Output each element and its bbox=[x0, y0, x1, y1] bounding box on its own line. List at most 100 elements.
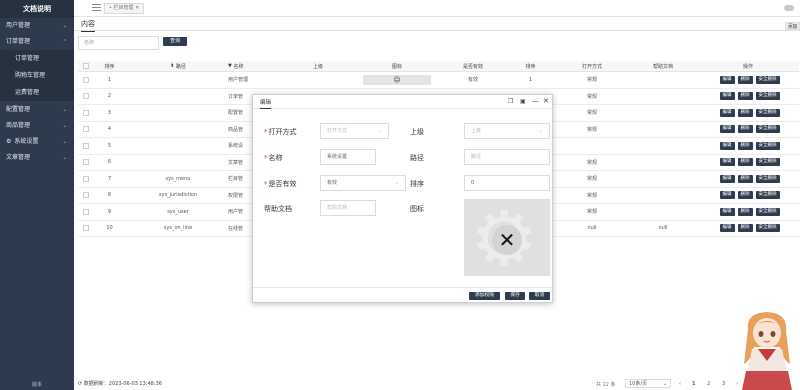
delete-button[interactable]: 删除 bbox=[737, 158, 753, 167]
sidebar-item-products[interactable]: 商品管理 ⌄ bbox=[0, 118, 74, 134]
row-checkbox[interactable] bbox=[81, 204, 91, 220]
help-input[interactable]: 帮助文档 bbox=[320, 200, 376, 216]
page-3[interactable]: 3 bbox=[722, 381, 725, 387]
header-order: 排序 bbox=[525, 63, 536, 70]
delete-button[interactable]: 删除 bbox=[737, 141, 753, 150]
sidebar-item-label: 配置管理 bbox=[6, 106, 31, 113]
edit-button[interactable]: 编辑 bbox=[719, 191, 735, 200]
safe-delete-button[interactable]: 安全删除 bbox=[755, 75, 780, 84]
name-input[interactable]: 系统设置 bbox=[320, 149, 376, 165]
tab-column-management[interactable]: • 栏目管理 ✕ bbox=[104, 3, 145, 14]
footer-bar: ⟳ 数据刷新：2023-06-03 13:48:36 共 22 条 10条/页 ⌄… bbox=[74, 378, 800, 390]
edit-button[interactable]: 编辑 bbox=[719, 158, 735, 167]
safe-delete-button[interactable]: 安全删除 bbox=[755, 125, 780, 134]
row-checkbox[interactable] bbox=[81, 122, 91, 138]
cell-open-mode: null bbox=[587, 225, 597, 232]
delete-button[interactable]: 删除 bbox=[737, 224, 753, 233]
table-header: 排序 ⬍ 路径 ▼ 名称 上级 图标 是否有效 排序 打开方式 帮助文档 操作 bbox=[78, 61, 799, 72]
safe-delete-button[interactable]: 安全删除 bbox=[755, 158, 780, 167]
delete-button[interactable]: 删除 bbox=[737, 174, 753, 183]
mascot-image bbox=[742, 312, 792, 390]
path-input[interactable]: 路径 bbox=[464, 149, 550, 165]
row-checkbox[interactable] bbox=[81, 72, 91, 88]
row-checkbox[interactable] bbox=[81, 221, 91, 237]
cell-sort: 8 bbox=[107, 192, 112, 199]
prev-page-icon[interactable]: ‹ bbox=[679, 381, 681, 387]
select-all-checkbox[interactable] bbox=[81, 61, 91, 71]
cell-sort: 9 bbox=[107, 208, 112, 215]
row-checkbox[interactable] bbox=[81, 171, 91, 187]
add-button[interactable]: 添加 bbox=[785, 22, 800, 30]
sidebar-subitem-cart[interactable]: 购物车管理 bbox=[0, 67, 74, 84]
close-icon[interactable]: ✕ bbox=[134, 5, 139, 11]
edit-button[interactable]: 编辑 bbox=[719, 108, 735, 117]
edit-button[interactable]: 编辑 bbox=[719, 141, 735, 150]
cell-sort: 6 bbox=[107, 159, 112, 166]
safe-delete-button[interactable]: 安全删除 bbox=[755, 141, 780, 150]
sidebar-item-config[interactable]: 配置管理 ⌄ bbox=[0, 102, 74, 118]
delete-button[interactable]: 删除 bbox=[737, 75, 753, 84]
row-checkbox[interactable] bbox=[81, 105, 91, 121]
safe-delete-button[interactable]: 安全删除 bbox=[755, 191, 780, 200]
delete-button[interactable]: 删除 bbox=[737, 92, 753, 101]
edit-button[interactable]: 编辑 bbox=[719, 207, 735, 216]
menu-toggle-icon[interactable] bbox=[92, 4, 101, 12]
sidebar-item-system[interactable]: ⚙ 系统设置 ⌄ bbox=[0, 134, 74, 150]
minimize-icon[interactable]: — bbox=[532, 97, 539, 105]
open-mode-select[interactable]: 打开方式 ⌄ bbox=[320, 123, 389, 139]
save-button[interactable]: 保存 bbox=[505, 292, 525, 300]
page-size-select[interactable]: 10条/页 ⌄ bbox=[625, 379, 671, 388]
copy-icon[interactable]: ❐ bbox=[508, 98, 513, 105]
cell-order: 1 bbox=[528, 76, 533, 83]
sidebar-item-articles[interactable]: 文章管理 ⌄ bbox=[0, 150, 74, 166]
delete-button[interactable]: 删除 bbox=[737, 191, 753, 200]
safe-delete-button[interactable]: 安全删除 bbox=[755, 108, 780, 117]
delete-button[interactable]: 删除 bbox=[737, 108, 753, 117]
cancel-button[interactable]: 取消 bbox=[529, 292, 550, 300]
label-name: *名称 bbox=[264, 154, 283, 162]
valid-select[interactable]: 有效 ⌄ bbox=[320, 175, 406, 191]
chevron-down-icon: ⌄ bbox=[377, 128, 382, 134]
cell-sort: 3 bbox=[107, 109, 112, 116]
safe-delete-button[interactable]: 安全删除 bbox=[755, 224, 780, 233]
cell-help bbox=[643, 155, 683, 171]
order-input[interactable]: 0 bbox=[464, 175, 550, 191]
delete-button[interactable]: 删除 bbox=[737, 207, 753, 216]
safe-delete-button[interactable]: 安全删除 bbox=[755, 174, 780, 183]
sidebar-item-users[interactable]: 用户管理 ⌄ bbox=[0, 18, 74, 34]
maximize-icon[interactable]: ▣ bbox=[520, 98, 526, 105]
edit-button[interactable]: 编辑 bbox=[719, 125, 735, 134]
label-help: 帮助文档 bbox=[264, 205, 292, 213]
query-button[interactable]: 查询 bbox=[163, 37, 187, 46]
sidebar-item-orders[interactable]: 订单管理 ⌃ bbox=[0, 34, 74, 50]
close-icon[interactable]: ✕ bbox=[543, 97, 549, 105]
tab-label: 栏目管理 bbox=[113, 5, 134, 11]
delete-button[interactable]: 删除 bbox=[737, 125, 753, 134]
tab-content[interactable]: 内容 bbox=[81, 19, 95, 32]
sidebar-subitem-orders[interactable]: 订单管理 bbox=[0, 50, 74, 67]
row-checkbox[interactable] bbox=[81, 89, 91, 105]
page-2[interactable]: 2 bbox=[707, 381, 710, 387]
refresh-status[interactable]: ⟳ 数据刷新：2023-06-03 13:48:36 bbox=[78, 380, 162, 387]
page-1[interactable]: 1 bbox=[692, 381, 695, 387]
header-path[interactable]: ⬍ 路径 bbox=[138, 61, 218, 71]
parent-select[interactable]: 上级 ⌄ bbox=[464, 123, 550, 139]
chevron-up-icon: ⌃ bbox=[62, 39, 67, 45]
icon-picker[interactable]: ⚙ ✕ bbox=[464, 199, 550, 276]
safe-delete-button[interactable]: 安全删除 bbox=[755, 207, 780, 216]
sidebar-subitem-shipping[interactable]: 运费管理 bbox=[0, 84, 74, 101]
cloud-icon[interactable] bbox=[784, 5, 794, 11]
edit-button[interactable]: 编辑 bbox=[719, 92, 735, 101]
safe-delete-button[interactable]: 安全删除 bbox=[755, 92, 780, 101]
edit-button[interactable]: 编辑 bbox=[719, 174, 735, 183]
header-open: 打开方式 bbox=[581, 63, 602, 70]
search-input[interactable]: 名称 bbox=[78, 36, 159, 50]
cell-path: sys_menu bbox=[165, 175, 191, 182]
edit-button[interactable]: 编辑 bbox=[719, 224, 735, 233]
row-checkbox[interactable] bbox=[81, 188, 91, 204]
add-permission-button[interactable]: 添加权限 bbox=[469, 292, 500, 300]
row-checkbox[interactable] bbox=[81, 155, 91, 171]
row-checkbox[interactable] bbox=[81, 138, 91, 154]
header-name[interactable]: ▼ 名称 bbox=[228, 61, 273, 71]
edit-button[interactable]: 编辑 bbox=[719, 75, 735, 84]
